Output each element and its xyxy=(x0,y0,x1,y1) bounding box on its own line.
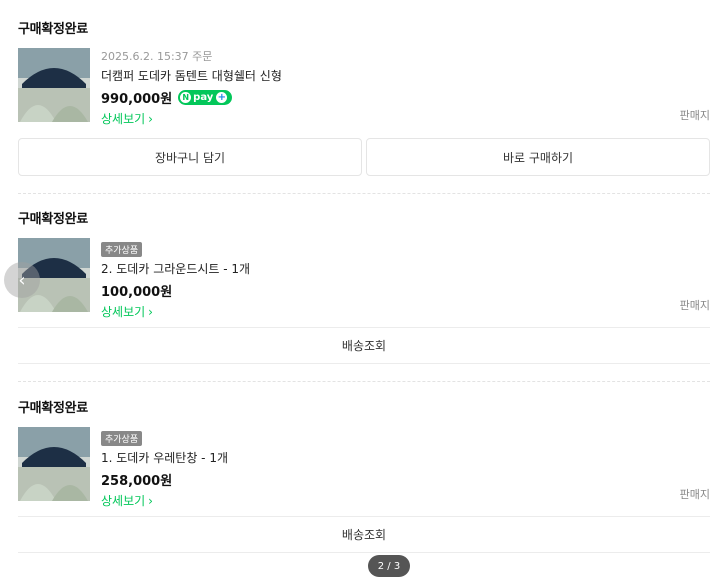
product-name[interactable]: 2. 도데카 그라운드시트 - 1개 xyxy=(101,260,701,277)
npay-badge: N pay + xyxy=(178,90,233,105)
order-divider xyxy=(18,193,710,194)
detail-link[interactable]: 상세보기 › xyxy=(101,303,701,320)
order-card-1: 구매확정완료 2025.6.2. 15:37 주문 더캠퍼 도데카 돔텐트 대형… xyxy=(18,18,710,176)
npay-label: pay xyxy=(193,92,214,103)
chevron-right-icon: › xyxy=(148,305,153,319)
seller-contact[interactable]: 판매지 xyxy=(680,486,710,502)
detail-link-label: 상세보기 xyxy=(101,112,146,126)
track-delivery-button[interactable]: 배송조회 xyxy=(18,516,710,553)
detail-link[interactable]: 상세보기 › xyxy=(101,110,701,127)
seller-contact[interactable]: 판매지 xyxy=(680,297,710,313)
buy-now-button[interactable]: 바로 구매하기 xyxy=(366,138,710,176)
seller-contact[interactable]: 판매지 xyxy=(680,107,710,123)
order-status: 구매확정완료 xyxy=(18,212,88,227)
npay-n-icon: N xyxy=(180,92,192,103)
npay-plus-icon: + xyxy=(216,92,228,103)
detail-link[interactable]: 상세보기 › xyxy=(101,492,701,509)
product-name[interactable]: 더캠퍼 도데카 돔텐트 대형쉘터 신형 xyxy=(101,67,701,84)
detail-link-label: 상세보기 xyxy=(101,494,146,508)
chevron-right-icon: › xyxy=(148,112,153,126)
page-indicator: 2 / 3 xyxy=(368,555,410,577)
track-delivery-button[interactable]: 배송조회 xyxy=(18,327,710,364)
product-name[interactable]: 1. 도데카 우레탄창 - 1개 xyxy=(101,449,701,466)
product-price: 258,000원 xyxy=(101,474,173,489)
chevron-left-icon[interactable]: ‹ xyxy=(4,262,40,298)
price-text: 990,000원 xyxy=(101,92,173,107)
order-divider xyxy=(18,381,710,382)
product-thumbnail[interactable] xyxy=(18,427,90,501)
add-to-cart-button[interactable]: 장바구니 담기 xyxy=(18,138,362,176)
product-price: 990,000원 N pay + xyxy=(101,88,701,107)
detail-link-label: 상세보기 xyxy=(101,305,146,319)
add-on-badge: 추가상품 xyxy=(101,431,143,446)
product-thumbnail[interactable] xyxy=(18,48,90,122)
chevron-right-icon: › xyxy=(148,494,153,508)
order-card-2: 구매확정완료 추가상품 2. 도데카 그라운드시트 - 1개 100,000원 … xyxy=(18,208,710,364)
order-card-3: 구매확정완료 추가상품 1. 도데카 우레탄창 - 1개 258,000원 상세… xyxy=(18,397,710,553)
order-date: 2025.6.2. 15:37 주문 xyxy=(101,50,213,63)
add-on-badge: 추가상품 xyxy=(101,242,143,257)
product-price: 100,000원 xyxy=(101,285,173,300)
order-status: 구매확정완료 xyxy=(18,22,88,37)
order-status: 구매확정완료 xyxy=(18,401,88,416)
